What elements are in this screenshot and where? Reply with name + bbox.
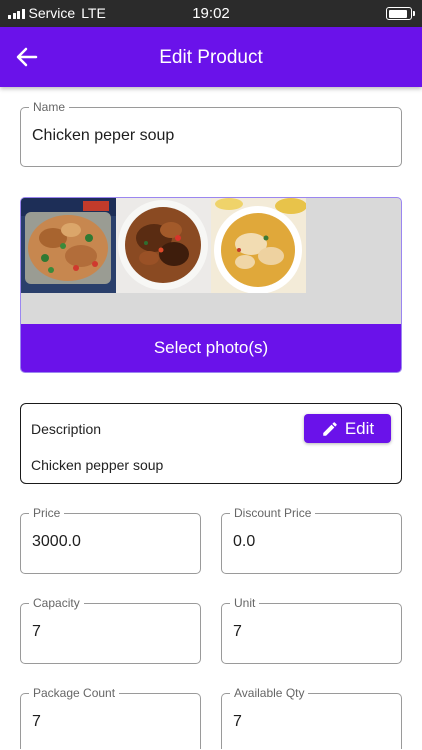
unit-field[interactable]: Unit 7 (221, 596, 402, 664)
unit-label: Unit (230, 596, 260, 610)
status-bar: Service LTE 19:02 (0, 0, 422, 27)
capacity-field[interactable]: Capacity 7 (20, 596, 201, 664)
battery-icon (386, 7, 415, 20)
unit-value: 7 (233, 623, 242, 640)
description-label: Description (31, 421, 102, 437)
food-photo-3[interactable] (211, 198, 306, 293)
price-label: Price (29, 506, 65, 520)
discount-price-label: Discount Price (230, 506, 316, 520)
available-qty-label: Available Qty (230, 686, 309, 700)
description-text: Chicken pepper soup (31, 457, 164, 473)
available-qty-field[interactable]: Available Qty 7 (221, 686, 402, 749)
package-count-label: Package Count (29, 686, 120, 700)
page-title: Edit Product (159, 47, 263, 68)
discount-price-value: 0.0 (233, 533, 256, 550)
status-time: 19:02 (192, 5, 230, 22)
name-label: Name (29, 100, 70, 114)
price-field[interactable]: Price 3000.0 (20, 506, 201, 574)
package-count-field[interactable]: Package Count 7 (20, 686, 201, 749)
name-field[interactable]: Name Chicken peper soup (20, 100, 402, 167)
price-value: 3000.0 (32, 533, 81, 550)
capacity-value: 7 (32, 623, 41, 640)
name-value: Chicken peper soup (32, 127, 175, 144)
food-photo-1[interactable] (21, 198, 116, 293)
select-photos-button[interactable]: Select photo(s) (21, 324, 401, 372)
edit-label: Edit (344, 418, 375, 438)
photo-panel: Select photo(s) (20, 197, 402, 373)
package-count-value: 7 (32, 713, 41, 730)
discount-price-field[interactable]: Discount Price 0.0 (221, 506, 402, 574)
available-qty-value: 7 (233, 713, 242, 730)
food-photo-2[interactable] (116, 198, 211, 293)
pencil-icon (323, 421, 337, 436)
app-bar: Edit Product (0, 27, 422, 87)
description-card: Description Edit Chicken pepper soup (20, 403, 402, 484)
edit-description-button[interactable]: Edit (304, 414, 391, 443)
capacity-label: Capacity (29, 596, 84, 610)
